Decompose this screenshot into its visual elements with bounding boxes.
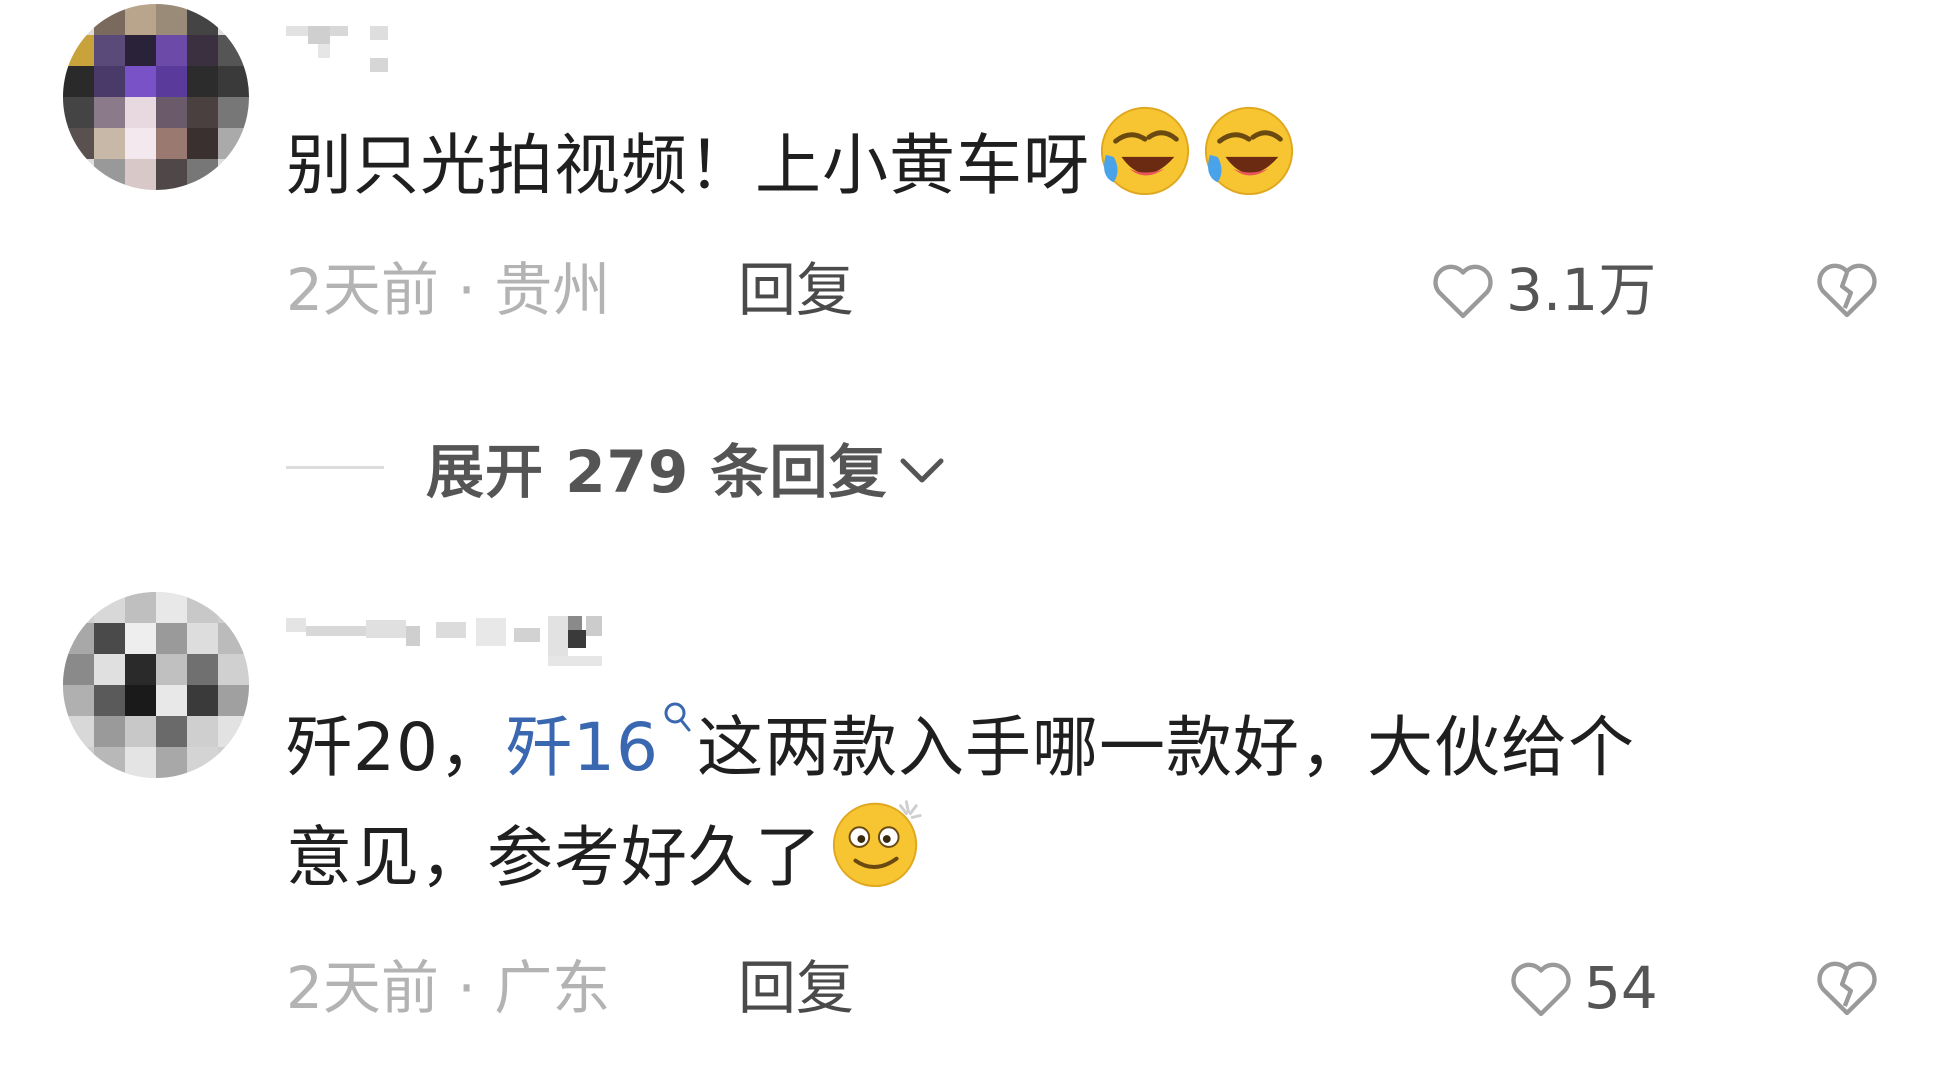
avatar[interactable] [63, 4, 249, 190]
comment-text: 别只光拍视频！上小黄车呀 [286, 106, 1298, 230]
like-count: 54 [1584, 954, 1658, 1022]
like-count: 3.1万 [1506, 256, 1657, 324]
rofl-emoji-icon [1096, 100, 1194, 230]
search-link[interactable]: 歼16 [505, 702, 697, 786]
reply-button[interactable]: 回复 [738, 250, 854, 330]
username-blurred[interactable] [286, 18, 416, 84]
broken-heart-icon [1817, 263, 1877, 318]
search-link-text: 歼16 [505, 709, 659, 786]
divider-line [286, 465, 384, 469]
time-location: 2天前 · 贵州 [286, 256, 611, 324]
comment-text-prefix: 歼20， [286, 709, 506, 786]
like-button[interactable]: 3.1万 [1430, 250, 1656, 330]
heart-icon [1511, 962, 1571, 1017]
comment-text-line2: 意见，参考好久了 [286, 800, 926, 922]
dizzy-smile-emoji-icon [828, 792, 926, 922]
username-blurred[interactable] [286, 608, 646, 674]
time-location: 2天前 · 广东 [286, 954, 611, 1022]
dislike-button[interactable] [1814, 259, 1880, 339]
expand-replies-button[interactable]: 展开 279 条回复 [286, 430, 947, 506]
avatar[interactable] [63, 592, 249, 778]
search-icon [664, 702, 691, 732]
reply-button[interactable]: 回复 [738, 948, 854, 1028]
dislike-button[interactable] [1814, 957, 1880, 1037]
comment-meta: 2天前 · 广东 回复 54 [286, 948, 1886, 1028]
comment-text-line2-content: 意见，参考好久了 [286, 819, 822, 897]
comment-text-rest: 这两款入手哪一款好，大伙给个 [696, 709, 1635, 786]
comment-text-content: 别只光拍视频！上小黄车呀 [286, 127, 1090, 205]
expand-replies-label: 展开 279 条回复 [426, 438, 888, 506]
heart-icon [1433, 264, 1493, 319]
like-button[interactable]: 54 [1508, 948, 1658, 1028]
comment-text: 歼20，歼16 这两款入手哪一款好，大伙给个 [286, 694, 1635, 802]
comment-meta: 2天前 · 贵州 回复 3.1万 [286, 250, 1886, 330]
chevron-down-icon [900, 458, 944, 483]
rofl-emoji-icon [1200, 100, 1298, 230]
broken-heart-icon [1817, 961, 1877, 1016]
